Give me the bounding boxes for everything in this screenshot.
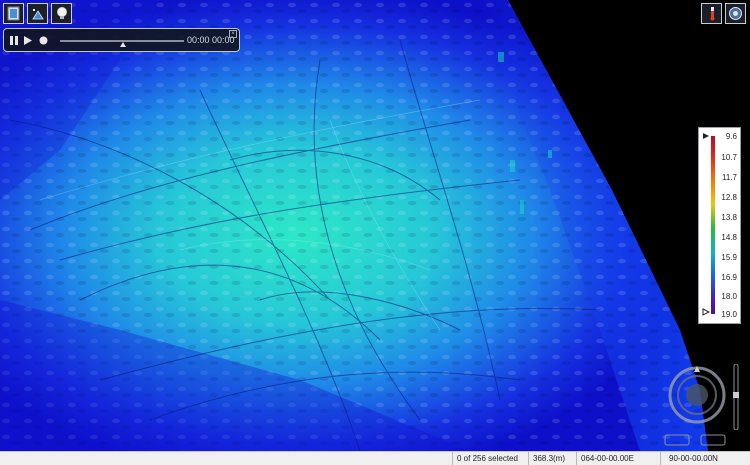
legend-tick: 16.9 [721, 273, 737, 282]
selection-count: 0 of 256 selected [452, 452, 528, 465]
record-button[interactable] [37, 29, 49, 51]
bathymetry-terrain [0, 0, 750, 451]
legend-top-arrow-icon[interactable] [702, 132, 710, 140]
document-button[interactable] [3, 3, 24, 24]
document-icon [7, 6, 20, 21]
legend-tick: 19.0 [721, 310, 737, 319]
lightbulb-button[interactable] [51, 3, 72, 24]
rotate-icon [700, 434, 726, 446]
depth-legend: 9.6 10.7 11.7 12.8 13.8 14.8 15.9 16.9 1… [698, 127, 741, 324]
rotate-control[interactable] [700, 433, 726, 447]
compass-icon [668, 366, 726, 424]
playback-time: 00:00 00:00 [187, 35, 235, 45]
zoom-slider[interactable] [732, 363, 740, 431]
latitude-readout: 90-00-00.00N [660, 452, 750, 465]
play-button[interactable] [23, 29, 33, 51]
pause-icon [10, 35, 18, 45]
status-bar: 0 of 256 selected 368.3(m) 064-00-00.00E… [0, 451, 750, 465]
legend-tick: 12.8 [721, 193, 737, 202]
settings-icon [729, 7, 742, 20]
thermometer-icon [710, 7, 714, 21]
zoom-slider-icon [733, 363, 739, 431]
playback-bar: 00:00 00:00 × [3, 28, 240, 52]
legend-color-bar [711, 136, 715, 314]
settings-button[interactable] [725, 3, 746, 24]
legend-tick: 14.8 [721, 233, 737, 242]
legend-tick: 18.0 [721, 292, 737, 301]
legend-tick: 13.8 [721, 213, 737, 222]
navigation-compass[interactable] [667, 365, 727, 425]
record-icon [39, 36, 47, 44]
terrain-icon [31, 8, 44, 19]
play-icon [24, 35, 32, 45]
legend-tick: 10.7 [721, 153, 737, 162]
map-viewport[interactable]: 00:00 00:00 × 9.6 10.7 11.7 12.8 13.8 14… [0, 0, 750, 451]
legend-bottom-arrow-icon[interactable] [702, 308, 710, 316]
legend-tick: 11.7 [722, 173, 737, 182]
legend-tick: 9.6 [725, 132, 737, 141]
pause-button[interactable] [9, 29, 19, 51]
depth-readout: 368.3(m) [528, 452, 576, 465]
playback-thumb[interactable] [120, 42, 126, 47]
tilt-control[interactable] [664, 433, 690, 447]
lightbulb-icon [56, 7, 67, 19]
thermometer-button[interactable] [701, 3, 722, 24]
legend-tick: 15.9 [721, 253, 737, 262]
terrain-button[interactable] [27, 3, 48, 24]
longitude-readout: 064-00-00.00E [576, 452, 660, 465]
close-icon[interactable]: × [229, 30, 237, 38]
tilt-icon [664, 434, 690, 446]
